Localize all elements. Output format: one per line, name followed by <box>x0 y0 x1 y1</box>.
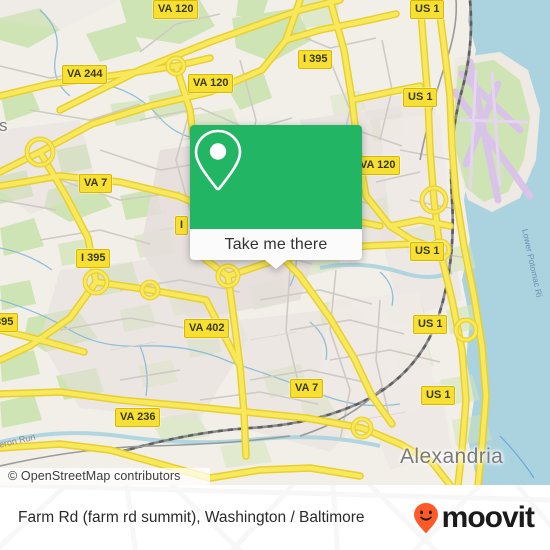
moovit-wordmark: moovit <box>441 500 535 534</box>
take-me-there-callout[interactable]: Take me there <box>190 125 362 269</box>
road-shield: US 1 <box>403 88 438 107</box>
osm-attribution[interactable]: © OpenStreetMap contributors <box>8 469 181 483</box>
screenshot-root: VA 120 I 395 US 1 VA 244 VA 120 US 1 VA … <box>0 0 550 550</box>
road-shield: VA 7 <box>79 174 113 193</box>
footer-bar: Farm Rd (farm rd summit), Washington / B… <box>0 485 550 550</box>
road-shield: I 395 <box>298 50 333 69</box>
road-shield: VA 244 <box>62 65 108 84</box>
take-me-there-label: Take me there <box>224 235 328 253</box>
road-shield: US 1 <box>410 242 445 261</box>
road-shield: US 1 <box>421 386 456 405</box>
moovit-logo[interactable]: moovit <box>413 500 535 534</box>
map-pin-icon <box>194 129 242 191</box>
map-canvas[interactable]: VA 120 I 395 US 1 VA 244 VA 120 US 1 VA … <box>0 0 550 485</box>
moovit-smiley-pin-icon <box>413 502 438 533</box>
road-shield: VA 402 <box>184 319 230 338</box>
location-title: Farm Rd (farm rd summit), Washington / B… <box>18 508 365 526</box>
place-label-clipped: s <box>0 116 8 135</box>
road-shield: US 1 <box>410 0 445 19</box>
callout-icon-area <box>190 125 362 229</box>
road-shield: VA 120 <box>188 74 234 93</box>
road-shield: 395 <box>0 313 19 332</box>
road-shield: VA 120 <box>153 0 199 19</box>
callout-pointer <box>265 260 287 269</box>
place-label-alexandria: Alexandria <box>400 445 504 468</box>
take-me-there-button[interactable]: Take me there <box>190 229 362 269</box>
road-shield: VA 7 <box>290 379 324 398</box>
road-shield: VA 236 <box>115 408 161 427</box>
road-shield: US 1 <box>413 315 448 334</box>
road-shield: I 395 <box>76 249 111 268</box>
road-shield: I <box>175 216 189 235</box>
